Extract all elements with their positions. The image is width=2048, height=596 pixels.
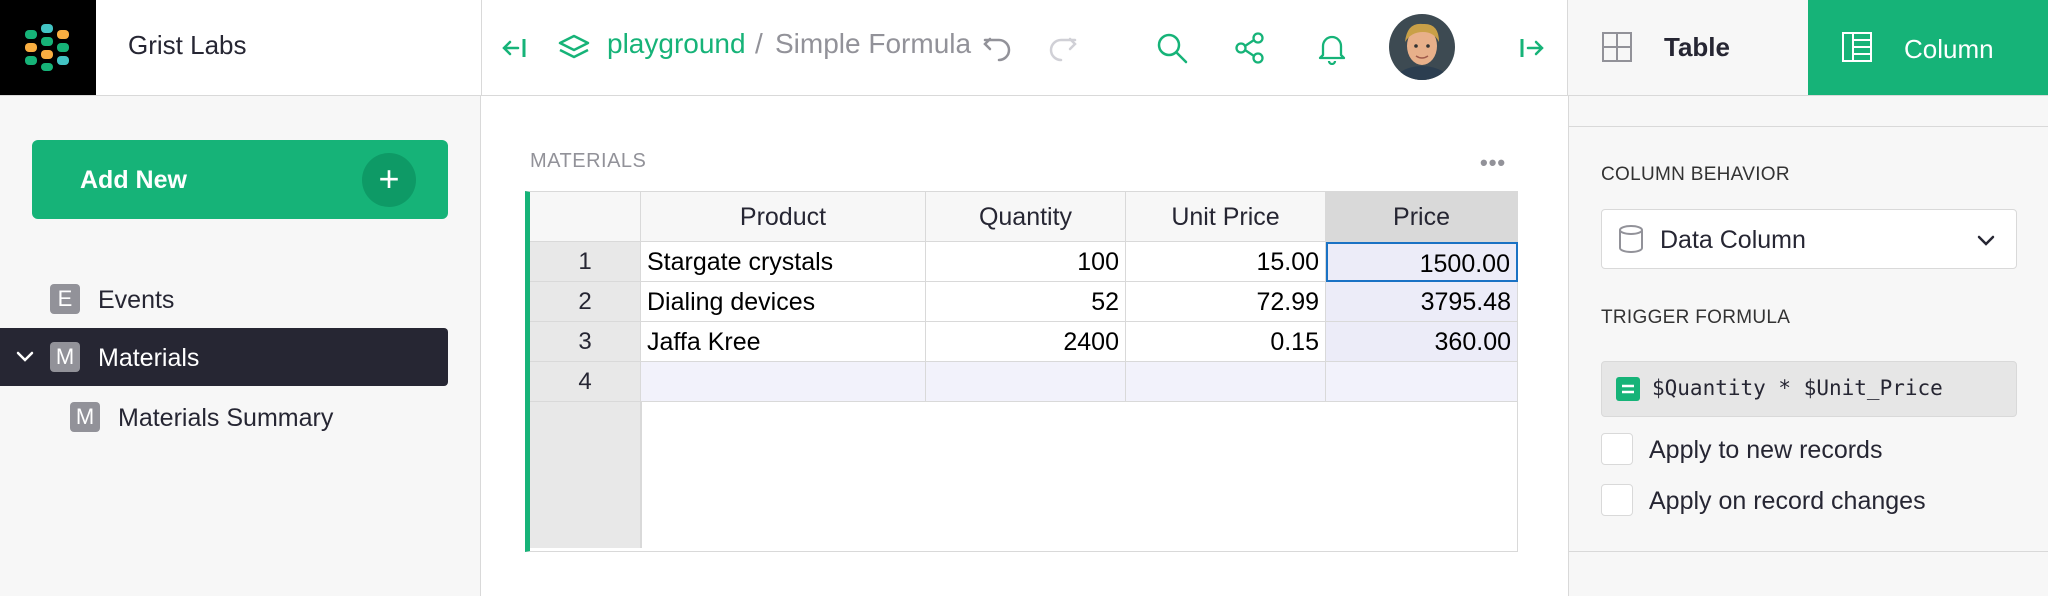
trigger-formula-editor[interactable]: $Quantity * $Unit_Price: [1601, 361, 2017, 417]
tab-column[interactable]: Column: [1808, 0, 2048, 95]
trigger-formula-title: TRIGGER FORMULA: [1601, 307, 1791, 328]
cell-quantity-new[interactable]: [926, 362, 1126, 402]
tab-table-label: Table: [1664, 32, 1730, 62]
tab-column-label: Column: [1904, 34, 1994, 64]
row-number[interactable]: 3: [530, 322, 641, 362]
apply-new-records-checkbox[interactable]: [1601, 433, 1633, 465]
row-number[interactable]: 4: [530, 362, 641, 402]
row-gutter: [530, 402, 641, 548]
apply-new-records-label[interactable]: Apply to new records: [1649, 436, 1882, 465]
user-avatar[interactable]: [1389, 14, 1455, 80]
column-behavior-select[interactable]: Data Column: [1601, 209, 2017, 269]
divider: [1569, 551, 2048, 552]
column-behavior-title: COLUMN BEHAVIOR: [1601, 164, 1790, 185]
add-new-label: Add New: [80, 166, 187, 194]
formula-icon: [1616, 377, 1640, 401]
section-title[interactable]: MATERIALS: [530, 150, 646, 173]
grist-logo-icon: [25, 24, 69, 71]
cell-price[interactable]: 360.00: [1326, 322, 1518, 362]
row-number[interactable]: 2: [530, 282, 641, 322]
cell-unit-price-new[interactable]: [1126, 362, 1326, 402]
right-panel: COLUMN BEHAVIOR Data Column TRIGGER FORM…: [1568, 96, 2048, 596]
layers-icon: [556, 30, 592, 66]
column-icon: [1840, 30, 1874, 64]
cell-quantity[interactable]: 100: [926, 242, 1126, 282]
cell-quantity[interactable]: 2400: [926, 322, 1126, 362]
chevron-down-icon: [1974, 228, 1998, 252]
left-panel: Add New + E Events M Materials M Materia…: [0, 96, 481, 596]
data-grid[interactable]: Product Quantity Unit Price Price 1 Star…: [525, 191, 1518, 552]
row-number[interactable]: 1: [530, 242, 641, 282]
search-icon[interactable]: [1152, 28, 1192, 68]
cell-product-new[interactable]: [641, 362, 926, 402]
cell-unit-price[interactable]: 15.00: [1126, 242, 1326, 282]
column-header-product[interactable]: Product: [641, 192, 926, 242]
tab-table[interactable]: Table: [1568, 0, 1808, 95]
column-behavior-value: Data Column: [1660, 226, 1806, 254]
page-name: Events: [98, 286, 175, 314]
table-grid-icon: [1600, 30, 1634, 64]
page-item-materials-summary[interactable]: M Materials Summary: [0, 388, 448, 446]
redo-icon[interactable]: [1042, 28, 1082, 68]
cell-product[interactable]: Jaffa Kree: [641, 322, 926, 362]
cell-quantity[interactable]: 52: [926, 282, 1126, 322]
collapse-left-panel-icon[interactable]: [498, 32, 530, 64]
divider: [1569, 126, 2048, 127]
breadcrumb-doc[interactable]: playground: [607, 28, 746, 60]
cell-product[interactable]: Stargate crystals: [641, 242, 926, 282]
page-item-events[interactable]: E Events: [0, 270, 448, 328]
chevron-down-icon[interactable]: [14, 345, 36, 372]
cell-unit-price[interactable]: 0.15: [1126, 322, 1326, 362]
cell-unit-price[interactable]: 72.99: [1126, 282, 1326, 322]
page-name: Materials Summary: [118, 404, 334, 432]
breadcrumb-separator: /: [755, 28, 763, 59]
org-name[interactable]: Grist Labs: [128, 30, 247, 61]
page-item-materials[interactable]: M Materials: [0, 328, 448, 386]
open-right-panel-icon[interactable]: [1516, 32, 1548, 64]
cell-product[interactable]: Dialing devices: [641, 282, 926, 322]
divider: [481, 0, 482, 96]
page-badge: M: [50, 342, 80, 372]
notifications-bell-icon[interactable]: [1312, 28, 1352, 68]
page-badge: M: [70, 402, 100, 432]
apply-record-changes-label[interactable]: Apply on record changes: [1649, 487, 1926, 516]
cell-price[interactable]: 3795.48: [1326, 282, 1518, 322]
trigger-formula-code: $Quantity * $Unit_Price: [1652, 376, 1943, 400]
breadcrumb-page[interactable]: Simple Formula: [775, 28, 971, 60]
apply-record-changes-checkbox[interactable]: [1601, 484, 1633, 516]
database-icon: [1616, 224, 1646, 254]
column-header-quantity[interactable]: Quantity: [926, 192, 1126, 242]
cell-price-selected[interactable]: 1500.00: [1326, 242, 1518, 282]
corner-cell[interactable]: [530, 192, 641, 242]
apply-record-changes-row[interactable]: Apply on record changes: [1601, 482, 2017, 518]
column-header-unit-price[interactable]: Unit Price: [1126, 192, 1326, 242]
grist-logo[interactable]: [0, 0, 96, 95]
grid-line: [641, 402, 642, 548]
column-header-price[interactable]: Price: [1326, 192, 1518, 242]
plus-icon: +: [362, 153, 416, 207]
page-badge: E: [50, 284, 80, 314]
apply-new-records-row[interactable]: Apply to new records: [1601, 431, 2017, 467]
section-menu-icon[interactable]: •••: [1480, 150, 1506, 176]
share-icon[interactable]: [1230, 28, 1270, 68]
undo-icon[interactable]: [978, 28, 1018, 68]
cell-price-new[interactable]: [1326, 362, 1518, 402]
add-new-button[interactable]: Add New +: [32, 140, 448, 219]
page-name: Materials: [98, 344, 200, 372]
top-bar: Grist Labs playground / Simple Formula T…: [0, 0, 2048, 96]
